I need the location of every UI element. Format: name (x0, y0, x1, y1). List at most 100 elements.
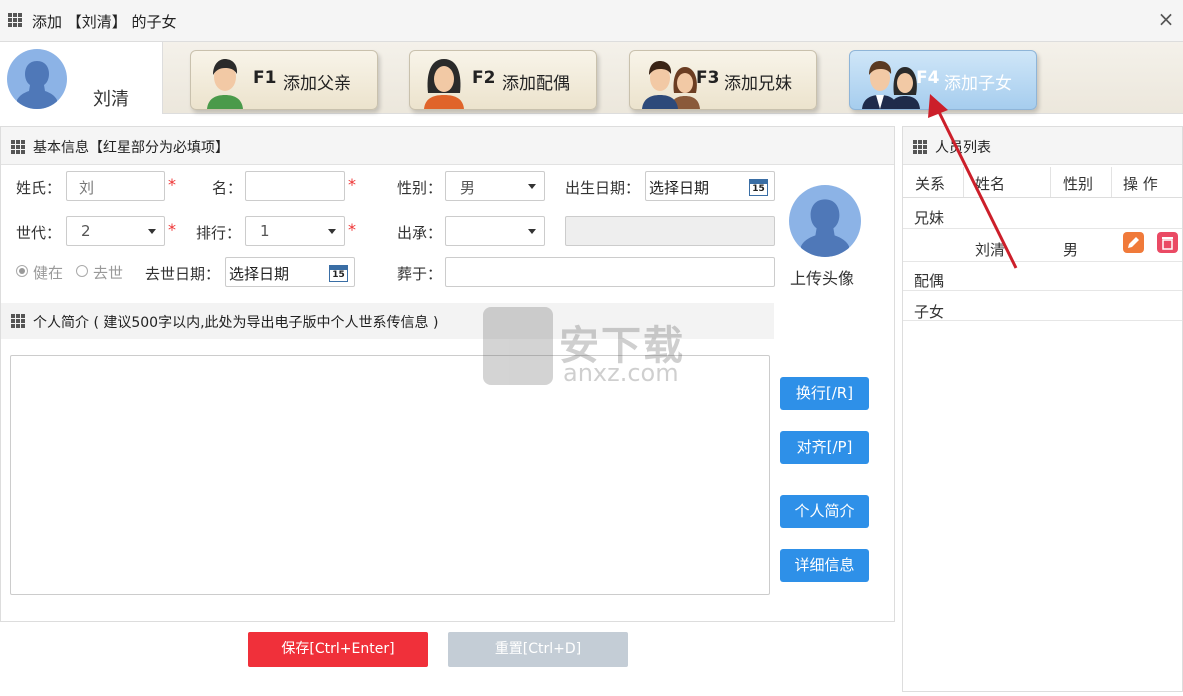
group-spouse-label: 配偶 (914, 272, 945, 290)
required-mark: * (348, 175, 356, 194)
row-name: 刘清 (975, 241, 1006, 259)
bio-header: 个人简介 ( 建议500字以内,此处为导出电子版中个人世系传信息 ) (1, 303, 774, 339)
banner-key: F3 (696, 68, 720, 88)
header-divider (903, 197, 1182, 198)
row-gender: 男 (1063, 241, 1079, 259)
column-divider (1111, 167, 1112, 197)
required-mark: * (168, 220, 176, 239)
calendar-icon[interactable]: 15 (749, 179, 768, 196)
grid-menu-icon (11, 140, 25, 154)
banner-label: 添加父亲 (283, 74, 351, 94)
align-button[interactable]: 对齐[/P] (780, 431, 869, 464)
group-children-label: 子女 (914, 303, 945, 321)
gender-label: 性别： (397, 179, 443, 197)
death-date-label: 去世日期： (145, 265, 221, 283)
row-divider (903, 290, 1182, 291)
bio-title: 个人简介 ( 建议500字以内,此处为导出电子版中个人世系传信息 ) (33, 315, 439, 331)
column-divider (1050, 167, 1051, 197)
father-icon (207, 59, 243, 109)
generation-select[interactable]: 2 (66, 216, 165, 246)
burial-label: 葬于： (397, 265, 443, 283)
grid-menu-icon (913, 140, 927, 154)
rank-select[interactable]: 1 (245, 216, 345, 246)
edit-icon[interactable] (1123, 232, 1144, 253)
people-list-panel: 人员列表 关系 姓名 性别 操 作 兄妹 刘清 男 配偶 子女 (902, 126, 1183, 692)
group-siblings-label: 兄妹 (914, 209, 945, 227)
status-alive-radio[interactable] (16, 265, 28, 277)
row-divider (903, 320, 1182, 321)
chevron-down-icon (148, 229, 156, 234)
row-divider (903, 261, 1182, 262)
window-titlebar: 添加 【刘清】 的子女 × (0, 0, 1183, 42)
gender-value: 男 (460, 179, 476, 197)
window-title: 添加 【刘清】 的子女 (32, 13, 177, 31)
spouse-icon (424, 59, 464, 109)
save-button[interactable]: 保存[Ctrl+Enter] (248, 632, 428, 667)
birth-date-input[interactable]: 选择日期 15 (645, 171, 775, 201)
death-date-input[interactable]: 选择日期 15 (225, 257, 355, 287)
add-siblings-button[interactable]: F3 添加兄妹 (629, 50, 817, 110)
basic-info-header: 基本信息【红星部分为必填项】 (1, 127, 894, 165)
inherit-detail-input (565, 216, 775, 246)
required-mark: * (348, 220, 356, 239)
add-spouse-button[interactable]: F2 添加配偶 (409, 50, 597, 110)
surname-label: 姓氏： (16, 179, 62, 197)
add-father-button[interactable]: F1 添加父亲 (190, 50, 378, 110)
calendar-icon[interactable]: 15 (329, 265, 348, 282)
details-button[interactable]: 详细信息 (780, 549, 869, 582)
banner-label: 添加子女 (944, 74, 1012, 94)
upload-avatar-image[interactable] (789, 185, 861, 257)
basic-info-title: 基本信息【红星部分为必填项】 (33, 140, 229, 156)
column-relation: 关系 (915, 175, 946, 193)
rank-label: 排行： (196, 224, 242, 242)
birth-date-label: 出生日期： (565, 179, 641, 197)
generation-value: 2 (81, 222, 91, 240)
rank-value: 1 (260, 222, 270, 240)
birth-date-placeholder: 选择日期 (649, 179, 710, 197)
given-name-input[interactable] (245, 171, 345, 201)
column-divider (963, 167, 964, 197)
inherit-select[interactable] (445, 216, 545, 246)
status-alive-label: 健在 (33, 264, 64, 282)
reset-button[interactable]: 重置[Ctrl+D] (448, 632, 628, 667)
delete-icon[interactable] (1157, 232, 1178, 253)
relation-banner: 刘清 F1 添加父亲 F2 添加配偶 F3 添加兄妹 F4 添加子女 (0, 42, 1183, 114)
chevron-down-icon (528, 184, 536, 189)
status-deceased-label: 去世 (93, 264, 124, 282)
upload-avatar-label[interactable]: 上传头像 (790, 265, 854, 289)
column-name: 姓名 (975, 175, 1006, 193)
banner-label: 添加兄妹 (724, 74, 792, 94)
add-children-button[interactable]: F4 添加子女 (849, 50, 1037, 110)
chevron-down-icon (528, 229, 536, 234)
person-name: 刘清 (93, 89, 129, 110)
banner-key: F4 (916, 68, 940, 88)
children-icon (862, 61, 920, 109)
banner-label: 添加配偶 (502, 74, 570, 94)
surname-input[interactable]: 刘 (66, 171, 165, 201)
generation-label: 世代： (16, 224, 62, 242)
siblings-icon (642, 61, 700, 109)
person-silhouette-icon (7, 49, 67, 109)
current-person-card: 刘清 (0, 42, 163, 114)
burial-input[interactable] (445, 257, 775, 287)
grid-menu-icon (11, 314, 25, 328)
row-divider (903, 228, 1182, 229)
banner-key: F1 (253, 68, 277, 88)
required-mark: * (168, 175, 176, 194)
grid-menu-icon (8, 13, 22, 27)
banner-key: F2 (472, 68, 496, 88)
line-break-button[interactable]: 换行[/R] (780, 377, 869, 410)
column-actions: 操 作 (1123, 175, 1158, 193)
death-date-placeholder: 选择日期 (229, 265, 290, 283)
bio-button[interactable]: 个人简介 (780, 495, 869, 528)
people-list-header: 人员列表 (903, 127, 1182, 165)
status-deceased-radio[interactable] (76, 265, 88, 277)
close-button[interactable]: × (1155, 8, 1177, 30)
column-gender: 性别 (1063, 175, 1094, 193)
people-list-title: 人员列表 (935, 140, 991, 156)
gender-select[interactable]: 男 (445, 171, 545, 201)
given-name-label: 名： (212, 179, 243, 197)
bio-textarea[interactable] (10, 355, 770, 595)
chevron-down-icon (328, 229, 336, 234)
inherit-label: 出承： (397, 224, 443, 242)
